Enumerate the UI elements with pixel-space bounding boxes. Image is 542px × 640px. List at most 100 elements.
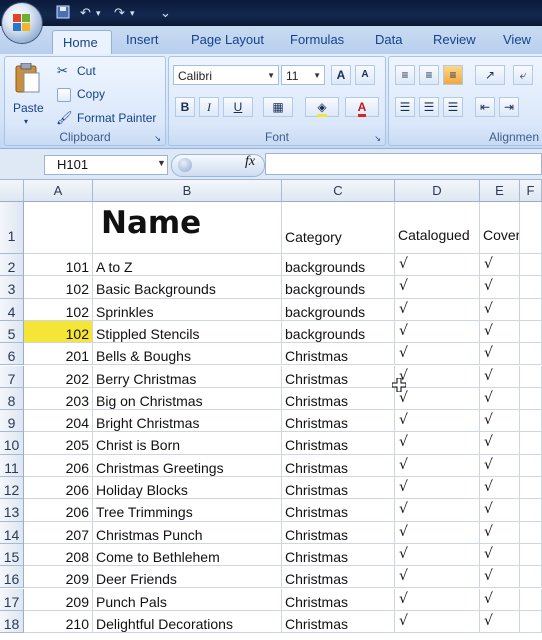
cell[interactable] <box>520 610 542 634</box>
increase-indent-button[interactable]: ⇥ <box>499 97 519 117</box>
cell-catalogued[interactable]: √ <box>395 365 480 388</box>
name-box[interactable]: H101 <box>44 155 168 175</box>
cell-number[interactable]: 206 <box>24 454 93 477</box>
cell-category[interactable]: Christmas <box>282 477 395 500</box>
row-header[interactable]: 12 <box>0 477 24 500</box>
cell[interactable] <box>520 202 542 254</box>
cell-name[interactable]: Basic Backgrounds <box>93 276 282 299</box>
cell-number[interactable]: 205 <box>24 432 93 455</box>
cell-cover[interactable]: √ <box>480 365 520 388</box>
cell-cover[interactable]: √ <box>480 543 520 567</box>
tab-formulas[interactable]: Formulas <box>290 32 344 47</box>
font-color-button[interactable]: A <box>345 97 379 117</box>
cell-number[interactable]: 204 <box>24 410 93 433</box>
cell[interactable] <box>520 543 542 567</box>
formula-input[interactable] <box>265 153 542 175</box>
undo-dropdown-icon[interactable]: ▾ <box>96 5 101 21</box>
cell-category[interactable]: Christmas <box>282 499 395 522</box>
cell-name[interactable]: Berry Christmas <box>93 365 282 388</box>
row-header[interactable]: 17 <box>0 588 24 611</box>
cell-catalogued[interactable]: √ <box>395 588 480 611</box>
cell-catalogued[interactable]: √ <box>395 499 480 522</box>
cell-category[interactable]: backgrounds <box>282 320 395 344</box>
cell-name[interactable]: Christ is Born <box>93 432 282 455</box>
cell-catalogued[interactable]: √ <box>395 432 480 455</box>
cell-name[interactable]: Sprinkles <box>93 298 282 321</box>
cell-category[interactable]: Christmas <box>282 521 395 544</box>
office-button[interactable] <box>2 3 42 43</box>
cell-cover[interactable]: √ <box>480 610 520 634</box>
copy-button[interactable]: Copy <box>77 87 105 101</box>
cell-name-header[interactable]: Name <box>93 202 282 254</box>
column-header[interactable]: F <box>520 180 542 202</box>
insert-function-button[interactable]: fx <box>245 154 255 170</box>
row-header[interactable]: 18 <box>0 610 24 634</box>
cell-name[interactable]: Big on Christmas <box>93 387 282 411</box>
tab-insert[interactable]: Insert <box>126 32 159 47</box>
cell-category[interactable]: Christmas <box>282 410 395 433</box>
cell-number[interactable]: 209 <box>24 566 93 589</box>
column-header[interactable]: D <box>395 180 480 202</box>
cell-category[interactable]: backgrounds <box>282 298 395 321</box>
cell-catalogued[interactable]: √ <box>395 254 480 277</box>
row-header[interactable]: 13 <box>0 499 24 522</box>
cell-catalogued[interactable]: √ <box>395 320 480 344</box>
cell-name[interactable]: Deer Friends <box>93 566 282 589</box>
row-header[interactable]: 7 <box>0 365 24 388</box>
cell-category[interactable]: Christmas <box>282 432 395 455</box>
paste-button[interactable]: Paste <box>13 101 44 115</box>
fill-color-button[interactable]: ◈ <box>305 97 339 117</box>
cell[interactable] <box>520 298 542 321</box>
cell-number[interactable]: 202 <box>24 365 93 388</box>
scissors-icon[interactable]: ✂ <box>57 63 68 79</box>
cell[interactable] <box>520 320 542 344</box>
name-box-dropdown-icon[interactable]: ▼ <box>157 158 166 168</box>
cell[interactable] <box>520 499 542 522</box>
resize-handle-icon[interactable] <box>178 158 192 172</box>
cell-catalogued[interactable]: √ <box>395 477 480 500</box>
cell-catalogued[interactable]: √ <box>395 410 480 433</box>
cell[interactable] <box>520 588 542 611</box>
redo-dropdown-icon[interactable]: ▾ <box>130 5 135 21</box>
bottom-align-button[interactable]: ≡ <box>443 65 463 85</box>
cell-category[interactable]: Christmas <box>282 588 395 611</box>
row-header[interactable]: 15 <box>0 543 24 567</box>
borders-button[interactable]: ▦ <box>263 97 293 117</box>
column-header[interactable]: B <box>93 180 282 202</box>
row-header[interactable]: 5 <box>0 320 24 344</box>
row-header[interactable]: 10 <box>0 432 24 455</box>
cell-name[interactable]: Delightful Decorations <box>93 610 282 634</box>
cell-catalogued[interactable]: √ <box>395 543 480 567</box>
row-header[interactable]: 3 <box>0 276 24 299</box>
cell[interactable] <box>520 410 542 433</box>
cell-number[interactable]: 102 <box>24 298 93 321</box>
align-right-button[interactable]: ☰ <box>443 97 463 117</box>
clipboard-launcher-icon[interactable]: ↘ <box>154 134 161 143</box>
middle-align-button[interactable]: ≡ <box>419 65 439 85</box>
orientation-button[interactable]: ↗ <box>475 65 505 85</box>
cell-cover[interactable]: √ <box>480 320 520 344</box>
row-header[interactable]: 1 <box>0 202 24 254</box>
cell-cover[interactable]: √ <box>480 454 520 477</box>
cell-number[interactable]: 101 <box>24 254 93 277</box>
redo-icon[interactable]: ↷ <box>114 5 125 21</box>
cell[interactable] <box>24 202 93 254</box>
cell[interactable] <box>520 276 542 299</box>
customize-toolbar-icon[interactable]: ⌄ <box>160 5 171 21</box>
cell-category[interactable]: Christmas <box>282 543 395 567</box>
select-all-button[interactable] <box>0 180 24 202</box>
cell-catalogued[interactable]: √ <box>395 454 480 477</box>
italic-button[interactable]: I <box>199 97 219 117</box>
column-header[interactable]: A <box>24 180 93 202</box>
wrap-text-button[interactable]: ⤶ <box>513 65 533 85</box>
column-header[interactable]: C <box>282 180 395 202</box>
cell-cover[interactable]: √ <box>480 477 520 500</box>
cell-number[interactable]: 207 <box>24 521 93 544</box>
cell-category[interactable]: Christmas <box>282 454 395 477</box>
cell-category[interactable]: Christmas <box>282 610 395 634</box>
cell-number[interactable]: 209 <box>24 588 93 611</box>
cell-cover-header[interactable]: Cover <box>480 202 520 254</box>
cell-catalogued[interactable]: √ <box>395 566 480 589</box>
cell[interactable] <box>520 477 542 500</box>
cell-cover[interactable]: √ <box>480 276 520 299</box>
